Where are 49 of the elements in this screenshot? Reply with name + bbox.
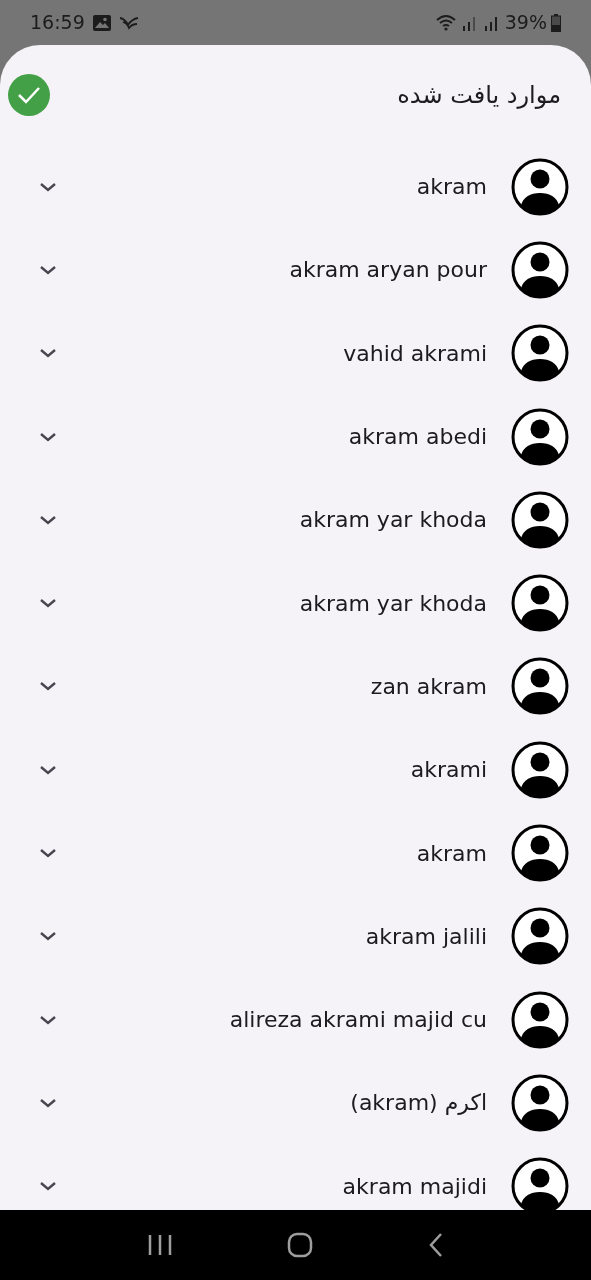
header-title: موارد یافت شده bbox=[397, 80, 561, 111]
contact-name: alireza akrami majid cu bbox=[229, 1006, 487, 1035]
avatar-icon bbox=[511, 990, 569, 1049]
chevron-down-icon[interactable] bbox=[38, 847, 58, 859]
chevron-down-icon[interactable] bbox=[38, 1180, 58, 1193]
contact-name: akram jalili bbox=[365, 922, 487, 951]
chevron-down-icon[interactable] bbox=[38, 1013, 58, 1026]
chevron-down-icon[interactable] bbox=[38, 930, 58, 943]
recent-apps-icon[interactable] bbox=[147, 1233, 174, 1257]
chevron-down-icon[interactable] bbox=[38, 1096, 58, 1109]
contact-name: akram majidi bbox=[342, 1172, 487, 1201]
chevron-down-icon[interactable] bbox=[38, 180, 58, 193]
avatar-icon bbox=[511, 407, 569, 466]
home-icon[interactable] bbox=[287, 1232, 314, 1258]
avatar-icon bbox=[511, 824, 569, 882]
chevron-down-icon[interactable] bbox=[38, 263, 58, 276]
contact-name: akram bbox=[416, 839, 487, 868]
chevron-down-icon[interactable] bbox=[38, 513, 58, 526]
chevron-down-icon[interactable] bbox=[38, 347, 58, 360]
chevron-down-icon[interactable] bbox=[38, 763, 58, 776]
contact-name: akram yar khoda bbox=[299, 506, 487, 535]
contact-name: akram bbox=[416, 173, 487, 202]
chevron-down-icon[interactable] bbox=[38, 680, 58, 693]
contact-name: akram aryan pour bbox=[289, 256, 487, 285]
avatar-icon bbox=[511, 740, 569, 799]
avatar-icon bbox=[511, 907, 569, 966]
chevron-down-icon[interactable] bbox=[38, 597, 58, 610]
checkmark-button[interactable] bbox=[8, 74, 50, 116]
status-time: 16:59 bbox=[30, 10, 85, 36]
avatar-icon bbox=[511, 490, 569, 549]
back-icon[interactable] bbox=[427, 1232, 444, 1258]
avatar-icon bbox=[511, 157, 569, 216]
contact-name: akram abedi bbox=[348, 423, 487, 452]
contact-name: zan akram bbox=[370, 672, 487, 701]
avatar-icon bbox=[511, 657, 569, 716]
contact-name: vahid akrami bbox=[343, 339, 487, 368]
avatar-icon bbox=[511, 324, 569, 383]
contact-name: akram yar khoda bbox=[299, 589, 487, 618]
chevron-down-icon[interactable] bbox=[38, 430, 58, 443]
battery-percentage: 39% bbox=[504, 10, 547, 36]
battery-icon bbox=[551, 13, 561, 32]
contact-name: akrami bbox=[410, 756, 487, 785]
bird-icon bbox=[118, 14, 139, 31]
wifi-icon bbox=[434, 13, 457, 32]
contact-name: اکرم (akram) bbox=[350, 1089, 487, 1118]
image-icon bbox=[92, 14, 111, 31]
avatar-icon bbox=[511, 1073, 569, 1132]
avatar-icon bbox=[511, 240, 569, 299]
avatar-icon bbox=[511, 574, 569, 633]
